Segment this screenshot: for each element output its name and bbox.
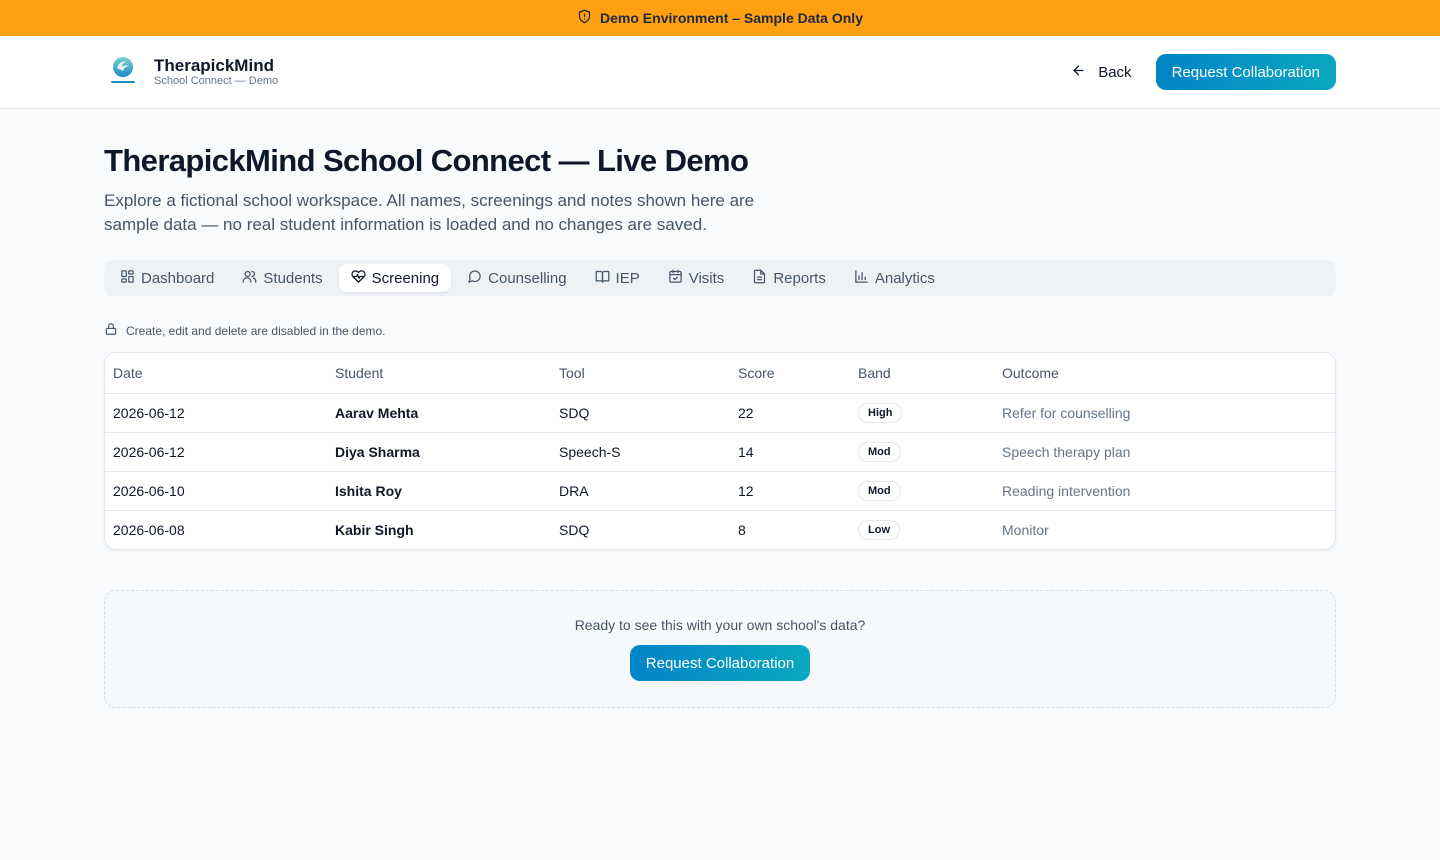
- tab-counselling[interactable]: Counselling: [455, 264, 578, 292]
- cell-score: 22: [730, 393, 850, 433]
- brand-subtitle: School Connect — Demo: [154, 74, 279, 87]
- users-icon: [242, 269, 257, 288]
- table-row[interactable]: 2026-06-10 Ishita Roy DRA 12 Mod Reading…: [105, 471, 1335, 511]
- back-button[interactable]: Back: [1071, 63, 1132, 82]
- collaboration-cta-panel: Ready to see this with your own school's…: [104, 590, 1336, 708]
- calendar-check-icon: [668, 269, 683, 288]
- band-badge: Low: [858, 519, 900, 540]
- lock-icon: [104, 322, 118, 339]
- cell-tool: Speech-S: [551, 432, 730, 472]
- tab-dashboard[interactable]: Dashboard: [108, 264, 226, 292]
- cell-student: Diya Sharma: [327, 432, 551, 472]
- book-open-icon: [595, 269, 610, 288]
- cell-tool: SDQ: [551, 393, 730, 433]
- file-text-icon: [752, 269, 767, 288]
- screening-table: Date Student Tool Score Band Outcome 202…: [105, 353, 1335, 549]
- main-content: TherapickMind School Connect — Live Demo…: [0, 109, 1440, 708]
- tab-students[interactable]: Students: [230, 264, 334, 292]
- cell-band: Mod: [850, 432, 994, 472]
- tab-visits[interactable]: Visits: [656, 264, 737, 292]
- tab-label: Reports: [773, 269, 826, 287]
- cell-tool: SDQ: [559, 521, 590, 538]
- cell-band: High: [850, 393, 994, 433]
- bar-chart-icon: [854, 269, 869, 288]
- table-row[interactable]: 2026-06-12 Aarav Mehta SDQ 22 High Refer…: [105, 393, 1335, 433]
- table-header-row: Date Student Tool Score Band Outcome: [105, 353, 1335, 394]
- message-icon: [467, 269, 482, 288]
- cell-outcome: Monitor: [1002, 521, 1049, 538]
- tab-screening[interactable]: Screening: [338, 264, 452, 292]
- cell-date: 2026-06-08: [113, 521, 185, 538]
- tab-reports[interactable]: Reports: [740, 264, 838, 292]
- tab-bar: Dashboard Students Screening Counselling…: [104, 260, 1336, 296]
- grid-icon: [120, 269, 135, 288]
- cell-band: Mod: [850, 471, 994, 511]
- column-header-student[interactable]: Student: [327, 353, 551, 394]
- page-description: Explore a fictional school workspace. Al…: [104, 191, 755, 234]
- band-badge: Mod: [858, 480, 901, 501]
- screening-table-card: Date Student Tool Score Band Outcome 202…: [104, 352, 1336, 550]
- banner-text: Demo Environment – Sample Data Only: [600, 10, 863, 26]
- cell-date: 2026-06-10: [105, 471, 327, 511]
- tab-label: Screening: [371, 269, 440, 287]
- back-label: Back: [1098, 63, 1132, 81]
- column-header-band[interactable]: Band: [850, 353, 994, 394]
- cell-student: Aarav Mehta: [327, 393, 551, 433]
- cell-date: 2026-06-12: [105, 393, 327, 433]
- cta-panel-text: Ready to see this with your own school's…: [574, 617, 866, 633]
- column-header-score[interactable]: Score: [730, 353, 850, 394]
- cell-tool: DRA: [551, 471, 730, 511]
- tab-iep[interactable]: IEP: [583, 264, 652, 292]
- band-badge: High: [858, 402, 903, 423]
- page-title: TherapickMind School Connect — Live Demo: [104, 143, 749, 178]
- demo-banner: Demo Environment – Sample Data Only: [0, 0, 1440, 36]
- tab-label: Visits: [688, 269, 725, 287]
- tab-label: Dashboard: [141, 269, 215, 287]
- brand[interactable]: TherapickMind School Connect — Demo: [108, 54, 278, 91]
- cell-band: Low: [850, 510, 994, 549]
- cell-outcome: Refer for counselling: [994, 393, 1335, 433]
- cell-outcome: Reading intervention: [994, 471, 1335, 511]
- band-badge: Mod: [858, 441, 901, 462]
- tab-analytics[interactable]: Analytics: [842, 264, 947, 292]
- top-bar: TherapickMind School Connect — Demo Back…: [0, 36, 1440, 109]
- table-row[interactable]: 2026-06-08 Kabir Singh SDQ 8 Low Monitor: [105, 510, 1335, 549]
- cell-outcome: Speech therapy plan: [994, 432, 1335, 472]
- cell-student: Kabir Singh: [335, 521, 414, 538]
- cell-date: 2026-06-12: [105, 432, 327, 472]
- shield-alert-icon: [577, 9, 592, 27]
- request-collaboration-button[interactable]: Request Collaboration: [629, 645, 811, 681]
- arrow-left-icon: [1071, 63, 1086, 82]
- heart-pulse-icon: [351, 269, 366, 288]
- tab-label: Students: [263, 269, 323, 287]
- tab-label: Analytics: [874, 269, 935, 287]
- request-collaboration-button[interactable]: Request Collaboration: [1155, 54, 1336, 90]
- column-header-outcome[interactable]: Outcome: [994, 353, 1335, 394]
- table-row[interactable]: 2026-06-12 Diya Sharma Speech-S 14 Mod S…: [105, 432, 1335, 472]
- tab-label: IEP: [615, 269, 640, 287]
- cell-student: Ishita Roy: [327, 471, 551, 511]
- brand-name: TherapickMind: [154, 55, 274, 75]
- column-header-date[interactable]: Date: [105, 353, 327, 394]
- column-header-tool[interactable]: Tool: [551, 353, 730, 394]
- cell-score: 8: [738, 521, 746, 538]
- notice-text: Create, edit and delete are disabled in …: [126, 323, 386, 338]
- cell-score: 12: [730, 471, 850, 511]
- logo-icon: [108, 54, 138, 91]
- cell-score: 14: [730, 432, 850, 472]
- tab-label: Counselling: [488, 269, 567, 287]
- demo-notice: Create, edit and delete are disabled in …: [104, 322, 1336, 339]
